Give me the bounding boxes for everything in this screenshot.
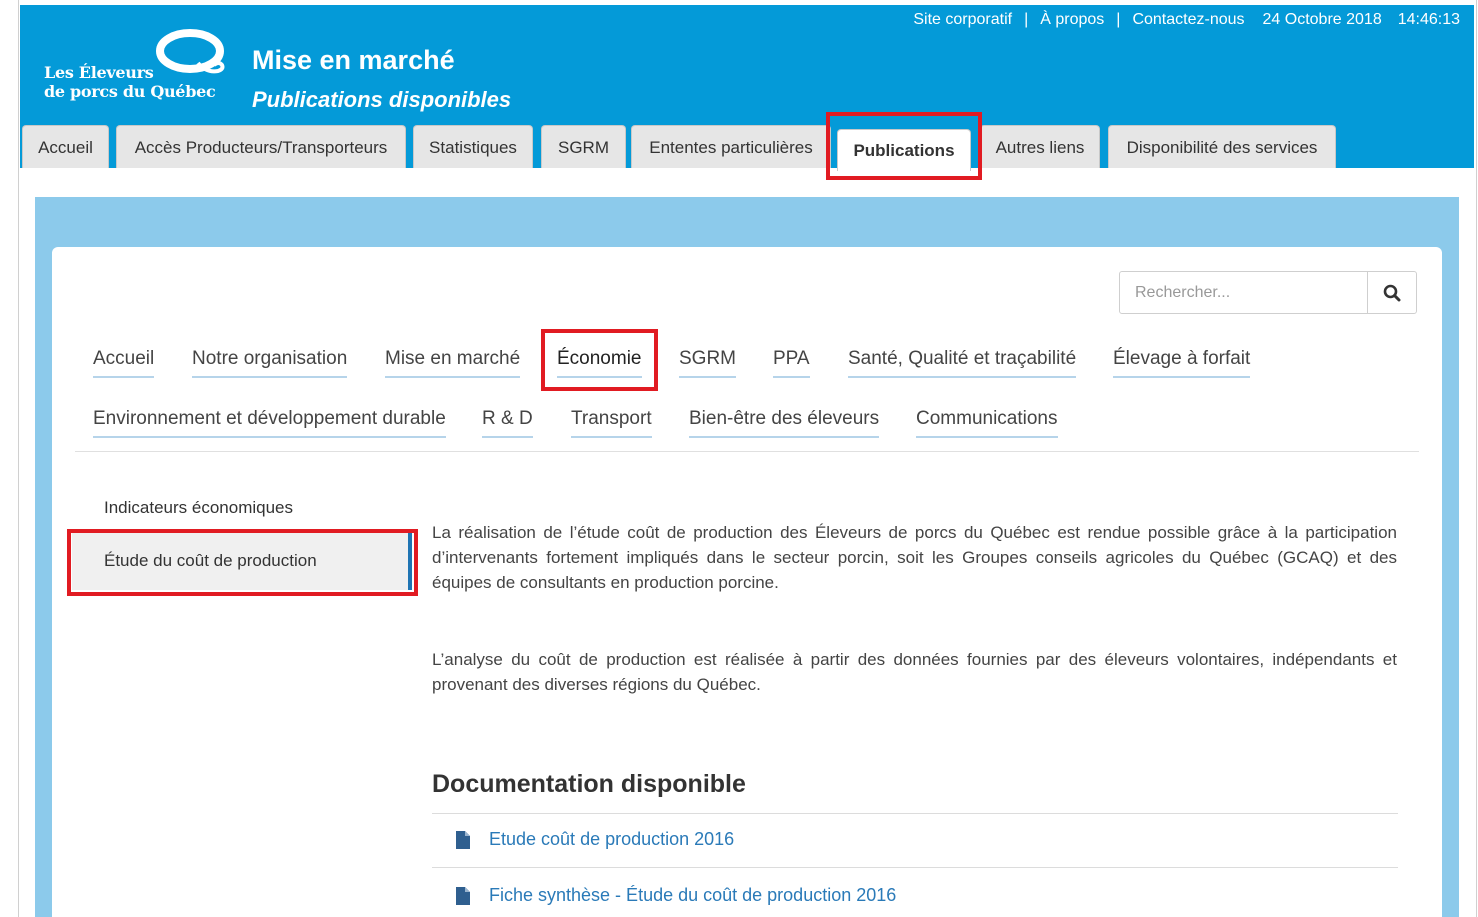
doc-divider <box>432 813 1398 814</box>
doc-divider <box>432 867 1398 868</box>
a-propos-link[interactable]: À propos <box>1040 11 1104 29</box>
tab-disponibilite[interactable]: Disponibilité des services <box>1108 125 1336 168</box>
tab-autres-liens[interactable]: Autres liens <box>980 125 1100 168</box>
tab-publications[interactable]: Publications <box>837 129 971 171</box>
subnav-notre-organisation[interactable]: Notre organisation <box>192 348 348 378</box>
file-icon <box>456 886 470 905</box>
subnav-bien-etre[interactable]: Bien-être des éleveurs <box>689 408 880 438</box>
analysis-paragraph: L’analyse du coût de production est réal… <box>432 650 1397 694</box>
current-time: 14:46:13 <box>1397 11 1460 28</box>
page-subtitle: Publications disponibles <box>252 87 512 112</box>
current-date: 24 Octobre 2018 <box>1262 11 1382 28</box>
document-link-row[interactable]: Fiche synthèse - Étude du coût de produc… <box>455 885 896 906</box>
subnav-mise-en-marche[interactable]: Mise en marché <box>385 348 521 378</box>
contact-link[interactable]: Contactez-nous <box>1132 11 1244 29</box>
search-icon <box>1383 284 1401 301</box>
tab-acces-producteurs[interactable]: Accès Producteurs/Transporteurs <box>116 125 406 168</box>
tab-accueil[interactable]: Accueil <box>22 125 109 168</box>
subnav-communications[interactable]: Communications <box>916 408 1058 438</box>
subnav-sante-qualite[interactable]: Santé, Qualité et traçabilité <box>848 348 1077 378</box>
subnav-elevage-forfait[interactable]: Élevage à forfait <box>1113 348 1251 378</box>
logo-line1: Les Éleveurs <box>44 63 154 82</box>
app-title: Mise en marché <box>252 45 455 75</box>
document-link[interactable]: Fiche synthèse - Étude du coût de produc… <box>489 885 896 906</box>
document-link-row[interactable]: Etude coût de production 2016 <box>455 829 734 850</box>
logo-line2: de porcs du Québec <box>44 82 216 101</box>
search-box <box>1119 271 1417 314</box>
intro-paragraph: La réalisation de l’étude coût de produc… <box>432 523 1397 592</box>
subnav-environnement[interactable]: Environnement et développement durable <box>93 408 446 438</box>
subnav-sgrm[interactable]: SGRM <box>679 348 736 378</box>
sidebar-item-indicateurs[interactable]: Indicateurs économiques <box>104 498 293 518</box>
search-input[interactable] <box>1120 272 1367 313</box>
tab-ententes[interactable]: Ententes particulières <box>631 125 831 168</box>
search-button[interactable] <box>1367 272 1416 313</box>
documentation-heading: Documentation disponible <box>432 770 746 798</box>
site-corporatif-link[interactable]: Site corporatif <box>913 11 1012 29</box>
separator: | <box>1024 11 1029 28</box>
subnav-economie[interactable]: Économie <box>557 348 642 378</box>
top-links: Site corporatif | À propos | Contactez-n… <box>913 11 1460 29</box>
site-header: Les Éleveurs de porcs du Québec Mise en … <box>20 5 1474 171</box>
subnav-divider <box>75 451 1419 452</box>
brand-logo[interactable]: Les Éleveurs de porcs du Québec <box>44 29 234 113</box>
subnav-transport[interactable]: Transport <box>571 408 652 438</box>
sidebar-item-etude-cout[interactable]: Étude du coût de production <box>104 551 317 571</box>
file-icon <box>456 830 470 849</box>
subnav-accueil[interactable]: Accueil <box>93 348 155 378</box>
subnav-ppa[interactable]: PPA <box>773 348 810 378</box>
document-link[interactable]: Etude coût de production 2016 <box>489 829 734 850</box>
subnav-r-et-d[interactable]: R & D <box>482 408 533 438</box>
separator: | <box>1116 11 1121 28</box>
tab-statistiques[interactable]: Statistiques <box>413 125 533 168</box>
tab-sgrm[interactable]: SGRM <box>541 125 626 168</box>
